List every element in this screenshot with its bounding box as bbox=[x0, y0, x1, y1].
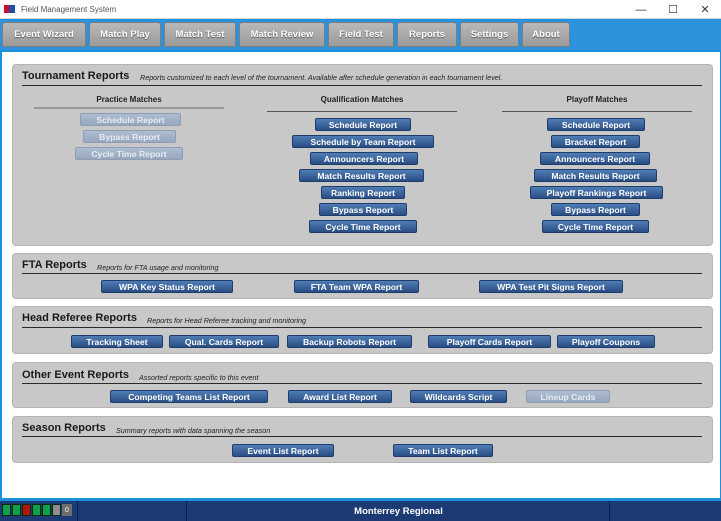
practice-bypass-report-button[interactable]: Bypass Report bbox=[83, 130, 176, 143]
wpa-key-status-report-button[interactable]: WPA Key Status Report bbox=[101, 280, 233, 293]
qual-cycle-time-report-button[interactable]: Cycle Time Report bbox=[309, 220, 417, 233]
section-title: FTA Reports bbox=[22, 259, 87, 271]
practice-schedule-report-button[interactable]: Schedule Report bbox=[80, 113, 181, 126]
award-list-report-button[interactable]: Award List Report bbox=[288, 390, 392, 403]
tab-about[interactable]: About bbox=[522, 22, 570, 47]
playoff-cards-report-button[interactable]: Playoff Cards Report bbox=[428, 335, 551, 348]
playoff-matches-heading: Playoff Matches bbox=[566, 95, 628, 104]
status-divider bbox=[77, 501, 78, 521]
tab-match-play[interactable]: Match Play bbox=[89, 22, 161, 47]
section-description: Reports for Head Referee tracking and mo… bbox=[147, 316, 307, 325]
maximize-icon[interactable]: ☐ bbox=[657, 0, 689, 19]
main-nav: Event Wizard Match Play Match Test Match… bbox=[0, 20, 721, 50]
wpa-test-pit-signs-report-button[interactable]: WPA Test Pit Signs Report bbox=[479, 280, 623, 293]
section-divider bbox=[22, 327, 702, 328]
station-indicator bbox=[2, 504, 11, 516]
qual-schedule-by-team-report-button[interactable]: Schedule by Team Report bbox=[292, 135, 434, 148]
section-title: Season Reports bbox=[22, 422, 106, 434]
window-titlebar: Field Management System — ☐ ✕ bbox=[0, 0, 721, 19]
qual-ranking-report-button[interactable]: Ranking Report bbox=[321, 186, 405, 199]
window-controls: — ☐ ✕ bbox=[625, 0, 721, 19]
tab-settings[interactable]: Settings bbox=[460, 22, 519, 47]
station-indicator bbox=[52, 504, 61, 516]
competing-teams-list-report-button[interactable]: Competing Teams List Report bbox=[110, 390, 268, 403]
column-divider bbox=[267, 111, 457, 112]
qual-match-results-report-button[interactable]: Match Results Report bbox=[299, 169, 424, 182]
playoff-match-results-report-button[interactable]: Match Results Report bbox=[534, 169, 657, 182]
section-description: Assorted reports specific to this event bbox=[139, 373, 259, 382]
section-title: Other Event Reports bbox=[22, 369, 129, 381]
qualification-matches-heading: Qualification Matches bbox=[320, 95, 404, 104]
tab-match-review[interactable]: Match Review bbox=[239, 22, 325, 47]
column-divider bbox=[34, 107, 224, 109]
playoff-announcers-report-button[interactable]: Announcers Report bbox=[540, 152, 650, 165]
status-divider bbox=[609, 501, 610, 521]
playoff-coupons-button[interactable]: Playoff Coupons bbox=[557, 335, 655, 348]
section-title: Head Referee Reports bbox=[22, 312, 137, 324]
tournament-reports-section: Tournament Reports Reports customized to… bbox=[12, 64, 713, 246]
section-divider bbox=[22, 85, 702, 86]
playoff-rankings-report-button[interactable]: Playoff Rankings Report bbox=[530, 186, 663, 199]
playoff-schedule-report-button[interactable]: Schedule Report bbox=[547, 118, 645, 131]
station-indicator bbox=[32, 504, 41, 516]
lineup-cards-button[interactable]: Lineup Cards bbox=[526, 390, 610, 403]
section-description: Summary reports with data spanning the s… bbox=[116, 426, 271, 435]
count-badge: 0 bbox=[62, 504, 72, 516]
fta-reports-section: FTA Reports Reports for FTA usage and mo… bbox=[12, 253, 713, 299]
qual-bypass-report-button[interactable]: Bypass Report bbox=[319, 203, 407, 216]
head-referee-reports-section: Head Referee Reports Reports for Head Re… bbox=[12, 306, 713, 354]
qual-announcers-report-button[interactable]: Announcers Report bbox=[310, 152, 418, 165]
playoff-bypass-report-button[interactable]: Bypass Report bbox=[551, 203, 640, 216]
qual-cards-report-button[interactable]: Qual. Cards Report bbox=[169, 335, 279, 348]
minimize-icon[interactable]: — bbox=[625, 0, 657, 19]
station-indicator bbox=[12, 504, 21, 516]
section-divider bbox=[22, 383, 702, 384]
practice-matches-heading: Practice Matches bbox=[96, 95, 162, 104]
playoff-cycle-time-report-button[interactable]: Cycle Time Report bbox=[542, 220, 649, 233]
tracking-sheet-button[interactable]: Tracking Sheet bbox=[71, 335, 163, 348]
section-title: Tournament Reports bbox=[22, 70, 130, 82]
practice-cycle-time-report-button[interactable]: Cycle Time Report bbox=[75, 147, 183, 160]
tab-field-test[interactable]: Field Test bbox=[328, 22, 394, 47]
section-description: Reports for FTA usage and monitoring bbox=[97, 263, 219, 272]
section-divider bbox=[22, 436, 702, 437]
tab-reports[interactable]: Reports bbox=[397, 22, 457, 47]
station-indicator bbox=[42, 504, 51, 516]
column-divider bbox=[502, 111, 692, 112]
team-list-report-button[interactable]: Team List Report bbox=[393, 444, 493, 457]
section-divider bbox=[22, 273, 702, 274]
close-icon[interactable]: ✕ bbox=[689, 0, 721, 19]
fta-team-wpa-report-button[interactable]: FTA Team WPA Report bbox=[294, 280, 419, 293]
qual-schedule-report-button[interactable]: Schedule Report bbox=[315, 118, 411, 131]
section-description: Reports customized to each level of the … bbox=[140, 73, 503, 82]
wildcards-script-button[interactable]: Wildcards Script bbox=[410, 390, 507, 403]
app-logo-icon bbox=[4, 4, 16, 14]
season-reports-section: Season Reports Summary reports with data… bbox=[12, 416, 713, 463]
event-list-report-button[interactable]: Event List Report bbox=[232, 444, 334, 457]
event-name: Monterrey Regional bbox=[354, 505, 443, 517]
backup-robots-report-button[interactable]: Backup Robots Report bbox=[287, 335, 412, 348]
tab-match-test[interactable]: Match Test bbox=[164, 22, 236, 47]
tab-event-wizard[interactable]: Event Wizard bbox=[2, 22, 86, 47]
station-indicator bbox=[22, 504, 31, 516]
other-event-reports-section: Other Event Reports Assorted reports spe… bbox=[12, 362, 713, 408]
playoff-bracket-report-button[interactable]: Bracket Report bbox=[551, 135, 640, 148]
window-title: Field Management System bbox=[21, 4, 117, 14]
